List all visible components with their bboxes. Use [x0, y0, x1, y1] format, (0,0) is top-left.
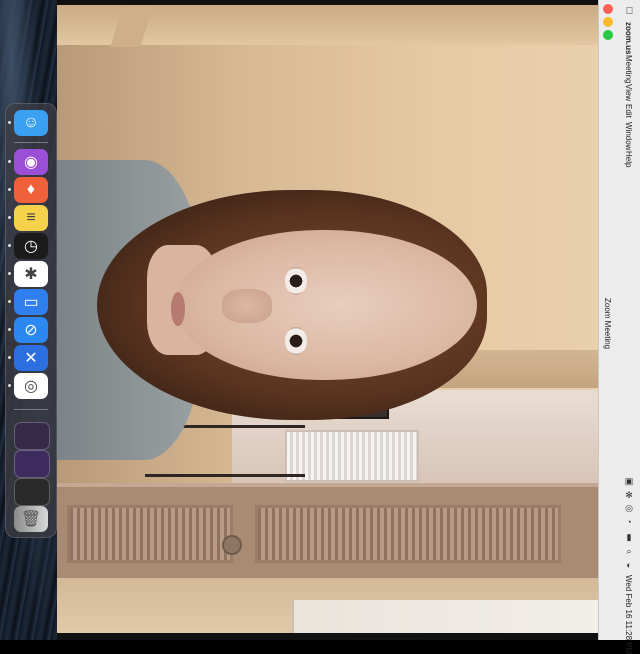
- person-eye-left: [285, 267, 307, 295]
- running-indicator: [8, 356, 11, 359]
- running-indicator: [8, 216, 11, 219]
- menu-app-name[interactable]: zoom.us: [624, 22, 633, 54]
- running-indicator: [8, 328, 11, 331]
- person-mouth: [171, 292, 185, 326]
- slack-icon[interactable]: ✱: [14, 261, 48, 287]
- person-nose: [222, 289, 272, 323]
- dock: ☺ ◉ ♦ ≡ ◷ ✱ ▭ ⊘ ✕ ◎ 🗑: [5, 103, 57, 538]
- window-minimize-button[interactable]: [603, 17, 613, 27]
- search-icon[interactable]: ⌕: [624, 546, 634, 556]
- door-knob: [222, 535, 242, 555]
- clock-icon[interactable]: ◷: [14, 233, 48, 259]
- running-indicator: [8, 160, 11, 163]
- recent-window-1-icon[interactable]: [14, 422, 50, 450]
- menu-item-view[interactable]: View: [624, 84, 633, 101]
- airdrop-icon[interactable]: ◎: [624, 503, 634, 513]
- control-center-icon[interactable]: ◐: [624, 560, 634, 570]
- running-indicator: [8, 188, 11, 191]
- bluetooth-icon[interactable]: ✻: [624, 490, 634, 500]
- window-title: Zoom Meeting: [603, 298, 612, 350]
- door-louver-left: [67, 505, 233, 563]
- zoom-icon[interactable]: ▣: [624, 476, 634, 486]
- menu-item-edit[interactable]: Edit: [624, 104, 633, 118]
- battery-icon[interactable]: ▮: [624, 532, 634, 542]
- menu-item-meeting[interactable]: Meeting: [624, 55, 633, 83]
- person-eye-right: [285, 327, 307, 355]
- wifi-icon[interactable]: ◔: [624, 517, 634, 527]
- screen-sharing-icon[interactable]: ▭: [14, 289, 48, 315]
- running-indicator: [8, 272, 11, 275]
- video-feed[interactable]: [57, 5, 598, 633]
- recent-window-3-icon[interactable]: [14, 478, 50, 506]
- running-indicator: [8, 121, 11, 124]
- room-window: [285, 430, 419, 482]
- menu-item-window[interactable]: Window: [624, 122, 633, 150]
- wall-art: [292, 600, 598, 633]
- notes-icon[interactable]: ≡: [14, 205, 48, 231]
- window-close-button[interactable]: [603, 4, 613, 14]
- safari-icon[interactable]: ⊘: [14, 317, 48, 343]
- chrome-icon[interactable]: ◎: [14, 373, 48, 399]
- brave-icon[interactable]: ♦: [14, 177, 48, 203]
- menu-item-help[interactable]: Help: [624, 151, 633, 167]
- apple-icon[interactable]: : [624, 6, 635, 17]
- door-louver-right: [255, 505, 561, 563]
- cross-app-icon[interactable]: ✕: [14, 345, 48, 371]
- running-indicator: [8, 300, 11, 303]
- window-zoom-button[interactable]: [603, 30, 613, 40]
- dock-separator: [14, 142, 48, 143]
- podcasts-icon[interactable]: ◉: [14, 149, 48, 175]
- dock-separator: [14, 409, 48, 410]
- running-indicator: [8, 244, 11, 247]
- menu-clock[interactable]: Wed Feb 16 11:28 PM: [624, 575, 633, 654]
- running-indicator: [8, 384, 11, 387]
- window-bottom-edge: [57, 633, 598, 640]
- finder-icon[interactable]: ☺: [14, 110, 48, 136]
- recent-window-2-icon[interactable]: [14, 450, 50, 478]
- trash-icon[interactable]: 🗑: [14, 506, 48, 532]
